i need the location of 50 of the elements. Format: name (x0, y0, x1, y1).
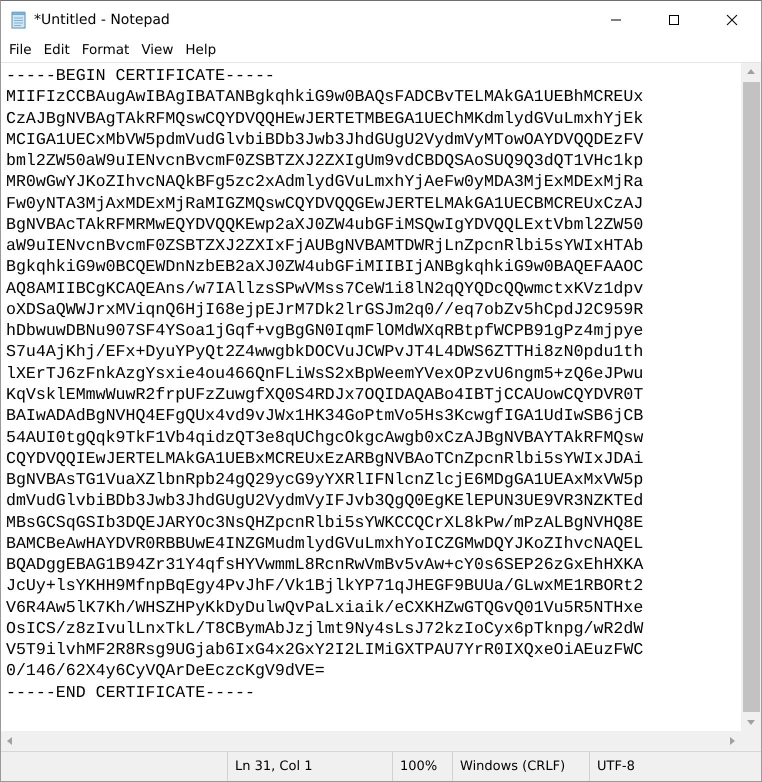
text-line: BAMCBeAwHAYDVR0RBBUwE4INZGMudmlydGVuLmxhYoICZGMwDQYJKoZIhvcNAQEL (6, 532, 644, 554)
text-line: 54AUI0tgQqk9TkF1Vb4qidzQT3e8qUChgcOkgcAwgb0xCzAJBgNVBAYTAkRFMQsw (6, 426, 644, 448)
line-ending: Windows (CRLF) (452, 752, 589, 781)
text-line: BgkqhkiG9w0BCQEWDnNzbEB2aXJ0ZW4ubGFiMIIBIjANBgkqhkiG9w0BAQEFAAOC (6, 256, 644, 278)
close-icon (726, 14, 738, 26)
notepad-icon (10, 10, 28, 28)
horizontal-scrollbar[interactable] (1, 731, 741, 751)
text-line: BQADggEBAG1B94Zr31Y4qfsHYVwmmL8RcnRwVmBv5vAw+cY0s6SEP26zGxEhHXKA (6, 554, 644, 576)
text-line: JcUy+lsYKHH9MfnpBqEgy4PvJhF/Vk1BjlkYP71qJHEGF9BUUa/GLwxME1RBORt2 (6, 575, 644, 597)
text-line: lXErTJ6zFnkAzgYsxie4ou466QnFLiWsS2xBpWeemYVexOPzvU6ngm5+zQ6eJPwu (6, 362, 644, 384)
text-line: V6R4Aw5lK7Kh/WHSZHPyKkDyDulwQvPaLxiaik/eCXKHZwGTQGvQ01Vu5R5NTHxe (6, 596, 644, 618)
scroll-left-icon (7, 737, 12, 745)
scroll-right-icon (730, 737, 735, 745)
text-line: oXDSaQWWJrxMViqnQ6HjI68ejpEJrM7Dk2lrGSJm2q0//eq7obZv5hCpdJ2C959R (6, 298, 644, 320)
text-line: MCIGA1UECxMbVW5pdmVudGlvbiBDb3Jwb3JhdGUgU2VydmVyMTowOAYDVQQDEzFV (6, 128, 644, 150)
text-line: BAIwADAdBgNVHQ4EFgQUx4vd9vJWx1HK34GoPtmVo5Hs3KcwgfIGA1UdIwSB6jCB (6, 405, 644, 427)
text-line: aW9uIENvcnBvcmF0ZSBTZXJ2ZXIxFjAUBgNVBAMTDWRjLnZpcnRlbi5sYWIxHTAb (6, 235, 644, 256)
menu-item[interactable]: Edit (38, 42, 76, 58)
text-line: AQ8AMIIBCgKCAQEAns/w7IAllzsSPwVMss7CeW1i8lN2qQYQDcQQwmctxKVz1dpv (6, 278, 644, 299)
window-title: *Untitled - Notepad (34, 12, 170, 28)
scroll-down-icon (747, 720, 755, 725)
cursor-position: Ln 31, Col 1 (227, 752, 392, 781)
menu-item[interactable]: File (3, 42, 38, 58)
maximize-icon (668, 14, 680, 26)
scrollbar-thumb[interactable] (742, 82, 760, 712)
zoom-level: 100% (392, 752, 452, 781)
scroll-up-icon (747, 69, 755, 74)
text-line: 0/146/62X4y6CyVQArDeEczcKgV9dVE= (6, 660, 326, 682)
text-line: MR0wGwYJKoZIhvcNAQkBFg5zc2xAdmlydGVuLmxhYjAeFw0yMDA3MjExMDExMjRa (6, 171, 644, 193)
text-line: bml2ZW50aW9uIENvcnBvcmF0ZSBTZXJ2ZXIgUm9vdCBDQSAoSUQ9Q3dQT1VHc1kp (6, 150, 644, 172)
menu-item[interactable]: Help (179, 42, 222, 58)
menu-item[interactable]: View (135, 42, 180, 58)
text-line: Fw0yNTA3MjAxMDExMjRaMIGZMQswCQYDVQQGEwJERTELMAkGA1UECBMCREUxCzAJ (6, 192, 644, 214)
text-line: CzAJBgNVBAgTAkRFMQswCQYDVQQHEwJERTETMBEGA1UEChMKdmlydGVuLmxhYjEk (6, 108, 644, 129)
text-line: BgNVBAcTAkRFMRMwEQYDVQQKEwp2aXJ0ZW4ubGFiMSQwIgYDVQQLExtVbml2ZW50 (6, 214, 644, 236)
text-line: MIIFIzCCBAugAwIBAgIBATANBgkqhkiG9w0BAQsFADCBvTELMAkGA1UEBhMCREUx (6, 86, 644, 108)
text-line: hDbwuwDBNu907SF4YSoa1jGqf+vgBgGN0IqmFlOMdWXqRBtpfWCPB91gPz4mjpye (6, 320, 644, 342)
vertical-scrollbar[interactable] (741, 63, 761, 731)
encoding: UTF-8 (589, 752, 761, 781)
text-line: MBsGCSqGSIb3DQEJARYOc3NsQHZpcnRlbi5sYWKCCQCrXL8kPw/mPzALBgNVHQ8E (6, 512, 644, 533)
text-line: S7u4AjKhj/EFx+DyuYPyQt2Z4wwgbkDOCVuJCWPvJT4L4DWS6ZTTHi8zN0pdu1th (6, 341, 644, 363)
text-line: BgNVBAsTG1VuaXZlbnRpb24gQ29ycG9yYXRlIFNlcnZlcjE6MDgGA1UEAxMxVW5p (6, 469, 644, 490)
text-line: KqVsklEMmwWuwR2frpUFzZuwgfXQ0S4RDJx7OQIDAQABo4IBTjCCAUowCQYDVR0T (6, 384, 644, 406)
text-line: dmVudGlvbiBDb3Jwb3JhdGUgU2VydmVyIFJvb3QgQ0EgKElEPUN3UE9VR3NZKTEd (6, 490, 644, 512)
menu-item[interactable]: Format (76, 42, 136, 58)
text-line: CQYDVQQIEwJERTELMAkGA1UEBxMCREUxEzARBgNVBAoTCnZpcnRlbi5sYWIxJDAi (6, 448, 644, 470)
text-line: -----END CERTIFICATE----- (6, 682, 256, 703)
text-line: -----BEGIN CERTIFICATE----- (6, 65, 276, 86)
text-line: OsICS/z8zIvulLnxTkL/T8CBymAbJzjlmt9Ny4sLsJ72kzIoCyx6pTknpg/wR2dW (6, 618, 644, 640)
text-line: V5T9ilvhMF2R8Rsg9UGjab6IxG4x2GxY2I2LIMiGXTPAU7YrR0IXQxeOiAEuzFWC (6, 639, 644, 660)
